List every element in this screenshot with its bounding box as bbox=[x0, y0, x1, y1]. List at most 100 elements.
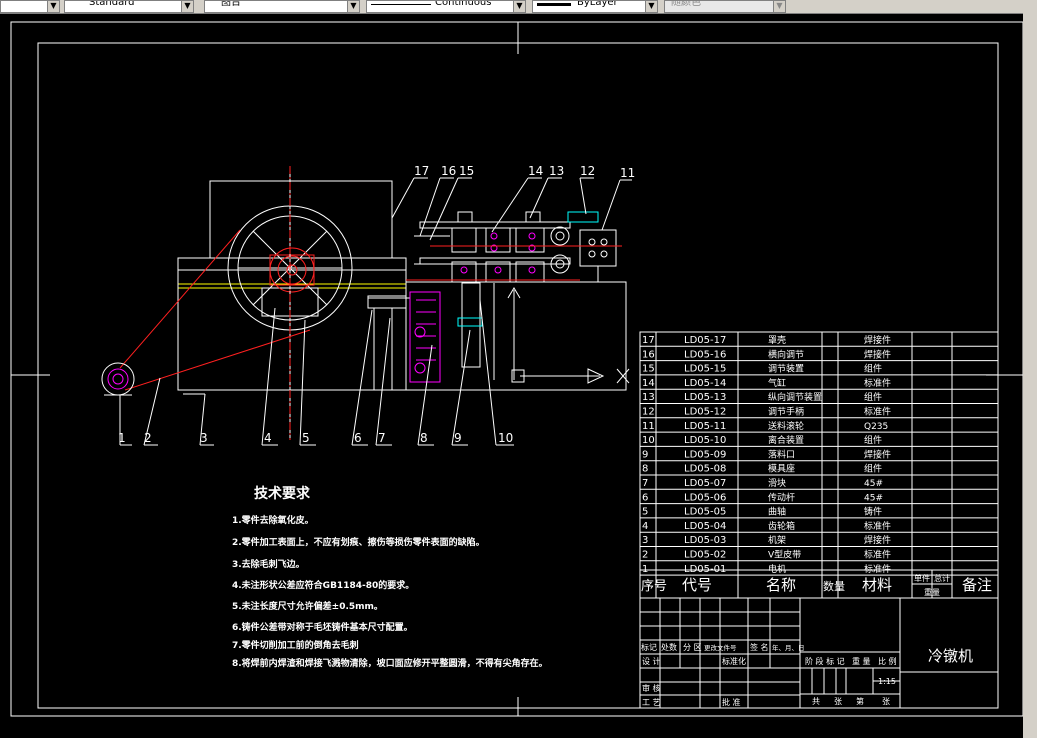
chevron-down-icon[interactable]: ▼ bbox=[47, 1, 59, 12]
drawing-canvas[interactable]: 1 2 3 4 5 6 7 8 9 10 11 12 13 14 15 16 1… bbox=[0, 13, 1023, 738]
callout-10: 10 bbox=[498, 431, 513, 445]
chevron-down-icon[interactable]: ▼ bbox=[513, 1, 525, 12]
bom-cell-no: 4 bbox=[642, 521, 648, 532]
tb-design: 设 计 bbox=[642, 656, 661, 666]
bom-cell-code: LD05-16 bbox=[684, 349, 726, 360]
cover-housing bbox=[209, 180, 393, 258]
table-row: 14 LD05-14 气缸 标准件 bbox=[642, 377, 891, 389]
notes-title: 技术要求 bbox=[254, 485, 311, 502]
bom-cell-code: LD05-07 bbox=[684, 478, 726, 489]
bom-cell-no: 17 bbox=[642, 335, 655, 346]
callout-6: 6 bbox=[354, 431, 362, 445]
note-item: 4.未注形状公差应符合GB1184-80的要求。 bbox=[232, 579, 414, 591]
table-row: 9 LD05-09 落料口 焊接件 bbox=[642, 448, 891, 460]
bom-cell-no: 11 bbox=[642, 421, 655, 432]
technical-requirements: 技术要求 1.零件去除氧化皮。 2.零件加工表面上，不应有划痕、擦伤等损伤零件表… bbox=[232, 485, 548, 669]
table-row: 1 LD05-01 电机 标准件 bbox=[642, 563, 891, 575]
bom-cell-material: 组件 bbox=[864, 463, 882, 475]
bom-cell-name: 送料滚轮 bbox=[768, 420, 804, 432]
bom-h-no: 序号 bbox=[641, 579, 667, 594]
callout-14: 14 bbox=[528, 164, 543, 178]
linetype-combo[interactable]: Continuous ▼ bbox=[366, 0, 526, 13]
tb-scale-label: 比 例 bbox=[878, 656, 897, 666]
table-row: 16 LD05-16 横向调节 焊接件 bbox=[642, 348, 891, 360]
bom-cell-material: 组件 bbox=[864, 391, 882, 403]
bom-cell-name: 离合装置 bbox=[768, 434, 804, 446]
note-item: 7.零件切削加工前的倒角去毛刺 bbox=[232, 639, 359, 651]
bom-cell-no: 16 bbox=[642, 349, 655, 360]
bom-cell-code: LD05-02 bbox=[684, 550, 726, 561]
bom-cell-material: 标准件 bbox=[864, 406, 891, 418]
bom-h-qty: 数量 bbox=[823, 580, 845, 593]
bom-cell-code: LD05-17 bbox=[684, 335, 726, 346]
cold-heading-machine-drawing bbox=[101, 166, 630, 440]
bom-cell-name: 传动杆 bbox=[768, 491, 795, 503]
chevron-down-icon[interactable]: ▼ bbox=[181, 1, 193, 12]
bom-h-weight: 重量 bbox=[924, 587, 940, 597]
table-row: 15 LD05-15 调节装置 组件 bbox=[642, 363, 882, 375]
callout-2: 2 bbox=[144, 431, 152, 445]
chevron-down-icon[interactable]: ▼ bbox=[773, 1, 785, 12]
table-row: 7 LD05-07 滑块 45# bbox=[642, 477, 883, 489]
layer-combo[interactable]: 图台 ▼ bbox=[204, 0, 360, 13]
bom-cell-material: 焊接件 bbox=[864, 348, 891, 360]
bom-cell-no: 2 bbox=[642, 550, 648, 561]
bom-cell-material: 焊接件 bbox=[864, 448, 891, 460]
chevron-down-icon[interactable]: ▼ bbox=[347, 1, 359, 12]
bom-cell-no: 13 bbox=[642, 392, 655, 403]
bom-cell-code: LD05-14 bbox=[684, 378, 726, 389]
bom-cell-material: Q235 bbox=[864, 422, 888, 432]
tb-change-doc: 更改文件号 bbox=[704, 643, 737, 652]
tb-zone: 分 区 bbox=[683, 643, 702, 652]
bom-h-code: 代号 bbox=[682, 576, 712, 594]
bom-cell-no: 3 bbox=[642, 535, 648, 546]
bom-h-remark: 备注 bbox=[962, 576, 992, 594]
bom-cell-no: 14 bbox=[642, 378, 655, 389]
tb-count: 处数 bbox=[661, 642, 677, 652]
bom-cell-material: 标准件 bbox=[864, 377, 891, 389]
chevron-down-icon[interactable]: ▼ bbox=[645, 1, 657, 12]
plot-style-value: 随颜色 bbox=[671, 0, 701, 8]
bom-cell-material: 45# bbox=[864, 479, 883, 489]
bom-cell-material: 标准件 bbox=[864, 520, 891, 532]
callout-13: 13 bbox=[549, 164, 564, 178]
drawing-frame bbox=[37, 42, 999, 709]
bom-cell-name: V型皮带 bbox=[768, 549, 801, 561]
linetype-value: Continuous bbox=[435, 0, 492, 8]
toolbar-combo-left[interactable]: ▼ bbox=[0, 0, 60, 13]
vertical-scrollbar[interactable] bbox=[1023, 13, 1037, 738]
bom-cell-code: LD05-11 bbox=[684, 421, 726, 432]
note-item: 2.零件加工表面上，不应有划痕、擦伤等损伤零件表面的缺陷。 bbox=[232, 536, 485, 548]
table-row: 17 LD05-17 罩壳 焊接件 bbox=[642, 334, 891, 346]
bom-h-name: 名称 bbox=[766, 576, 796, 594]
bom-cell-code: LD05-09 bbox=[684, 449, 726, 460]
frame-right bbox=[405, 281, 627, 391]
callout-16: 16 bbox=[441, 164, 456, 178]
table-row: 6 LD05-06 传动杆 45# bbox=[642, 491, 883, 503]
bom-cell-code: LD05-05 bbox=[684, 507, 726, 518]
bom-cell-material: 组件 bbox=[864, 434, 882, 446]
callout-labels: 1 2 3 4 5 6 7 8 9 10 11 12 13 14 15 16 1… bbox=[118, 164, 635, 445]
drawing-name: 冷镦机 bbox=[928, 647, 973, 665]
tb-standardize: 标准化 bbox=[722, 656, 746, 666]
note-item: 5.未注长度尺寸允许偏差±0.5mm。 bbox=[232, 600, 383, 612]
bom-cell-no: 7 bbox=[642, 478, 648, 489]
plot-style-combo[interactable]: 随颜色 ▼ bbox=[664, 0, 786, 13]
bom-cell-no: 9 bbox=[642, 449, 648, 460]
tb-sign: 签 名 bbox=[750, 642, 769, 652]
table-row: 4 LD05-04 齿轮箱 标准件 bbox=[642, 520, 891, 532]
bom-cell-name: 落料口 bbox=[768, 448, 795, 460]
bom-cell-material: 标准件 bbox=[864, 563, 891, 575]
lineweight-combo[interactable]: ByLayer ▼ bbox=[532, 0, 658, 13]
bom-cell-name: 机架 bbox=[768, 534, 786, 546]
table-row: 12 LD05-12 调节手柄 标准件 bbox=[642, 406, 891, 418]
text-style-combo[interactable]: Standard ▼ bbox=[64, 0, 194, 13]
table-row: 8 LD05-08 模具座 组件 bbox=[642, 463, 882, 475]
bom-cell-no: 5 bbox=[642, 507, 648, 518]
bom-cell-code: LD05-15 bbox=[684, 364, 726, 375]
lineweight-value: ByLayer bbox=[577, 0, 618, 8]
bom-cell-name: 气缸 bbox=[768, 377, 786, 389]
bom-cell-material: 焊接件 bbox=[864, 534, 891, 546]
callout-7: 7 bbox=[378, 431, 386, 445]
bom-cell-name: 纵向调节装置 bbox=[768, 391, 822, 403]
